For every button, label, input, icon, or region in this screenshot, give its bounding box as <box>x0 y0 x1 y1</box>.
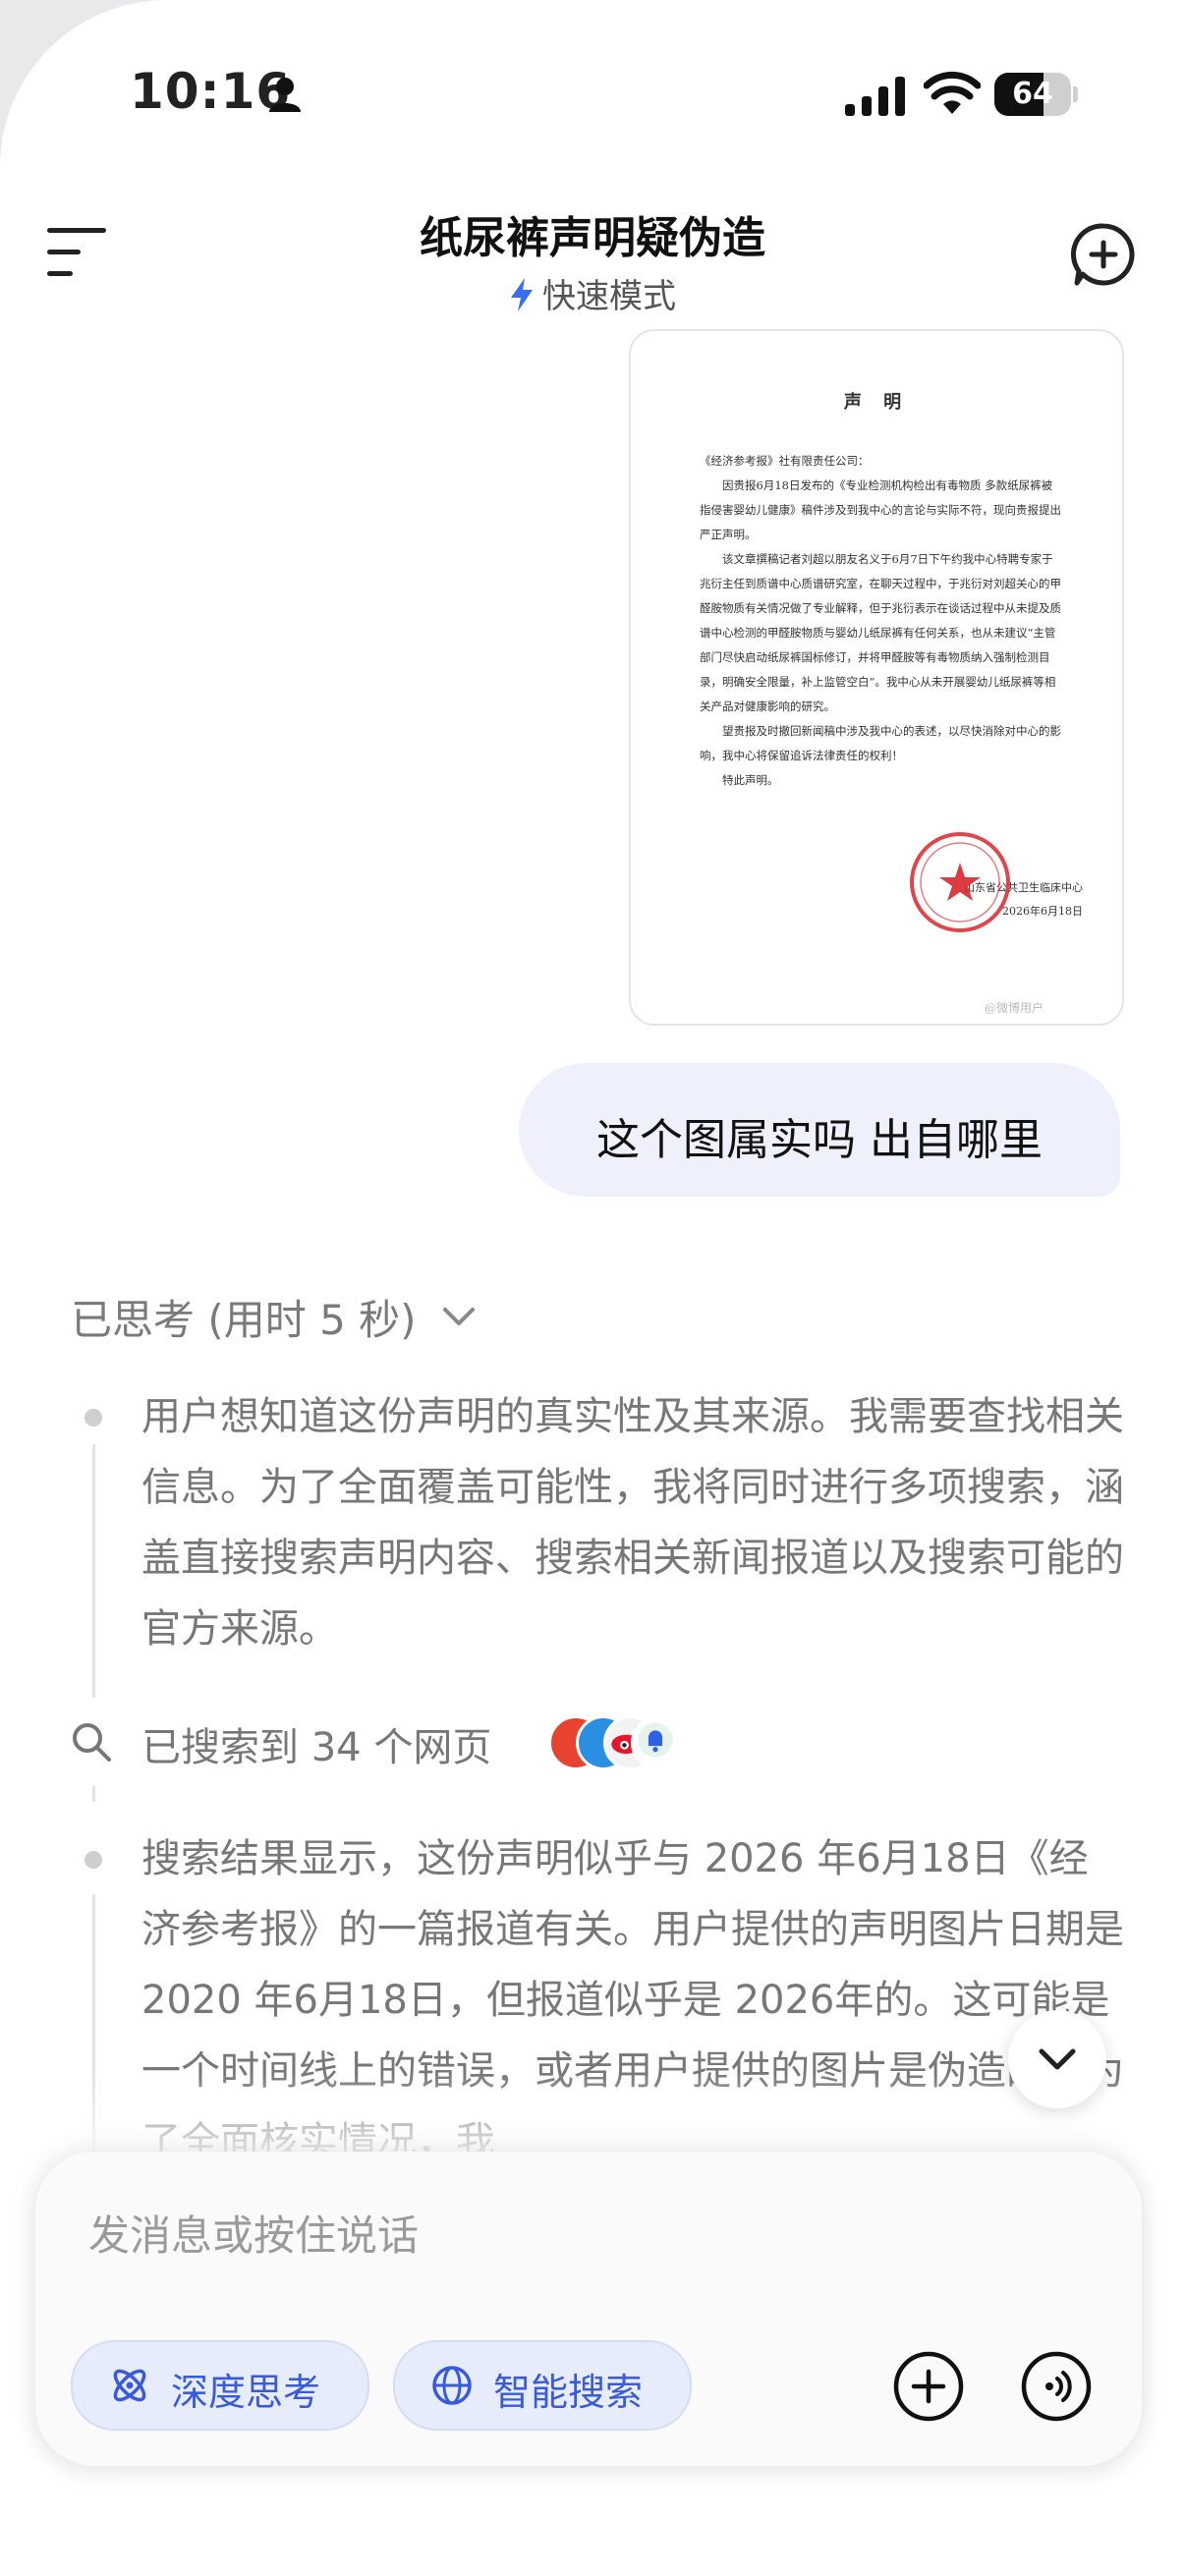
document-paragraph: 因贵报6月18日发布的《专业检测机构检出有毒物质 多款纸尿裤被指侵害婴幼儿健康》… <box>700 478 1061 541</box>
document-addressee: 《经济参考报》社有限责任公司： <box>700 454 870 468</box>
home-indicator-area <box>0 2515 1185 2576</box>
image-watermark: @微博用户 <box>985 1001 1044 1015</box>
new-chat-button[interactable] <box>1071 222 1136 287</box>
chat-header: 纸尿裤声明疑伪造 快速模式 <box>0 187 1185 334</box>
battery-cap <box>1073 86 1078 102</box>
search-result-text: 已搜索到 34 个网页 <box>141 1725 492 1770</box>
smart-search-label: 智能搜索 <box>493 2371 644 2414</box>
add-attachment-button[interactable] <box>892 2350 965 2423</box>
battery-percent: 64 <box>1012 77 1053 111</box>
statement-document: 声 明 《经济参考报》社有限责任公司： 因贵报6月18日发布的《专业检测机构检出… <box>631 331 1122 1024</box>
document-paragraph: 该文章撰稿记者刘超以朋友名义于6月7日下午约我中心特聘专家于兆衍主任到质谱中心质… <box>700 552 1061 713</box>
document-title: 声 明 <box>843 392 910 413</box>
atom-icon <box>113 2369 146 2402</box>
battery-body: 64 <box>994 73 1071 116</box>
source-icons <box>548 1715 715 1770</box>
thought-text: 用户想知道这份声明的真实性及其来源。我需要查找相关信息。为了全面覆盖可能性，我将… <box>141 1394 1124 1652</box>
mode-selector[interactable]: 快速模式 <box>0 269 1185 317</box>
battery-indicator: 64 <box>994 73 1078 116</box>
document-paragraph: 特此声明。 <box>722 773 779 787</box>
scroll-to-bottom-button[interactable] <box>1008 2010 1106 2108</box>
thinking-toggle[interactable]: 已思考 (用时 5 秒) <box>71 1287 477 1347</box>
thinking-label: 已思考 (用时 5 秒) <box>71 1296 417 1344</box>
content-fade <box>0 2073 1185 2161</box>
user-message-bubble[interactable]: 这个图属实吗 出自哪里 <box>519 1063 1120 1197</box>
chat-title[interactable]: 纸尿裤声明疑伪造 <box>0 202 1185 265</box>
official-seal-stamp <box>910 832 1010 932</box>
globe-icon <box>432 2366 472 2405</box>
message-input[interactable]: 发消息或按住说话 <box>88 2203 419 2263</box>
phone-screen: 10:16 64 纸尿裤声明疑伪造 快速模式 声 明 《经济参考报》社有限责任公… <box>0 0 1185 2576</box>
mode-label: 快速模式 <box>542 277 676 316</box>
chevron-down-icon <box>1039 2048 1076 2070</box>
smart-search-button[interactable]: 智能搜索 <box>393 2340 692 2431</box>
deep-think-label: 深度思考 <box>171 2371 321 2414</box>
chevron-down-icon <box>442 1308 475 1325</box>
document-paragraph: 望贵报及时撤回新闻稿中涉及我中心的表述，以尽快消除对中心的影响，我中心将保留追诉… <box>700 724 1061 762</box>
thought-bullet <box>85 1851 102 1869</box>
user-message-text: 这个图属实吗 出自哪里 <box>596 1115 1043 1165</box>
cellular-signal-icon <box>845 77 905 116</box>
thought-bullet <box>85 1409 102 1427</box>
lightning-icon <box>511 278 533 311</box>
bell-news-icon <box>631 1715 686 1770</box>
deep-think-button[interactable]: 深度思考 <box>71 2340 369 2431</box>
message-composer: 发消息或按住说话 深度思考 智能搜索 <box>35 2152 1142 2466</box>
thread-line <box>92 1444 95 1698</box>
thread-line <box>92 1786 95 1802</box>
wifi-icon <box>924 71 981 114</box>
document-body: 《经济参考报》社有限责任公司： 因贵报6月18日发布的《专业检测机构检出有毒物质… <box>700 449 1063 793</box>
person-icon <box>269 78 301 112</box>
uploaded-image[interactable]: 声 明 《经济参考报》社有限责任公司： 因贵报6月18日发布的《专业检测机构检出… <box>629 329 1124 1026</box>
search-icon <box>73 1723 111 1762</box>
voice-call-button[interactable] <box>1020 2350 1093 2423</box>
status-bar: 10:16 64 <box>0 0 1185 187</box>
